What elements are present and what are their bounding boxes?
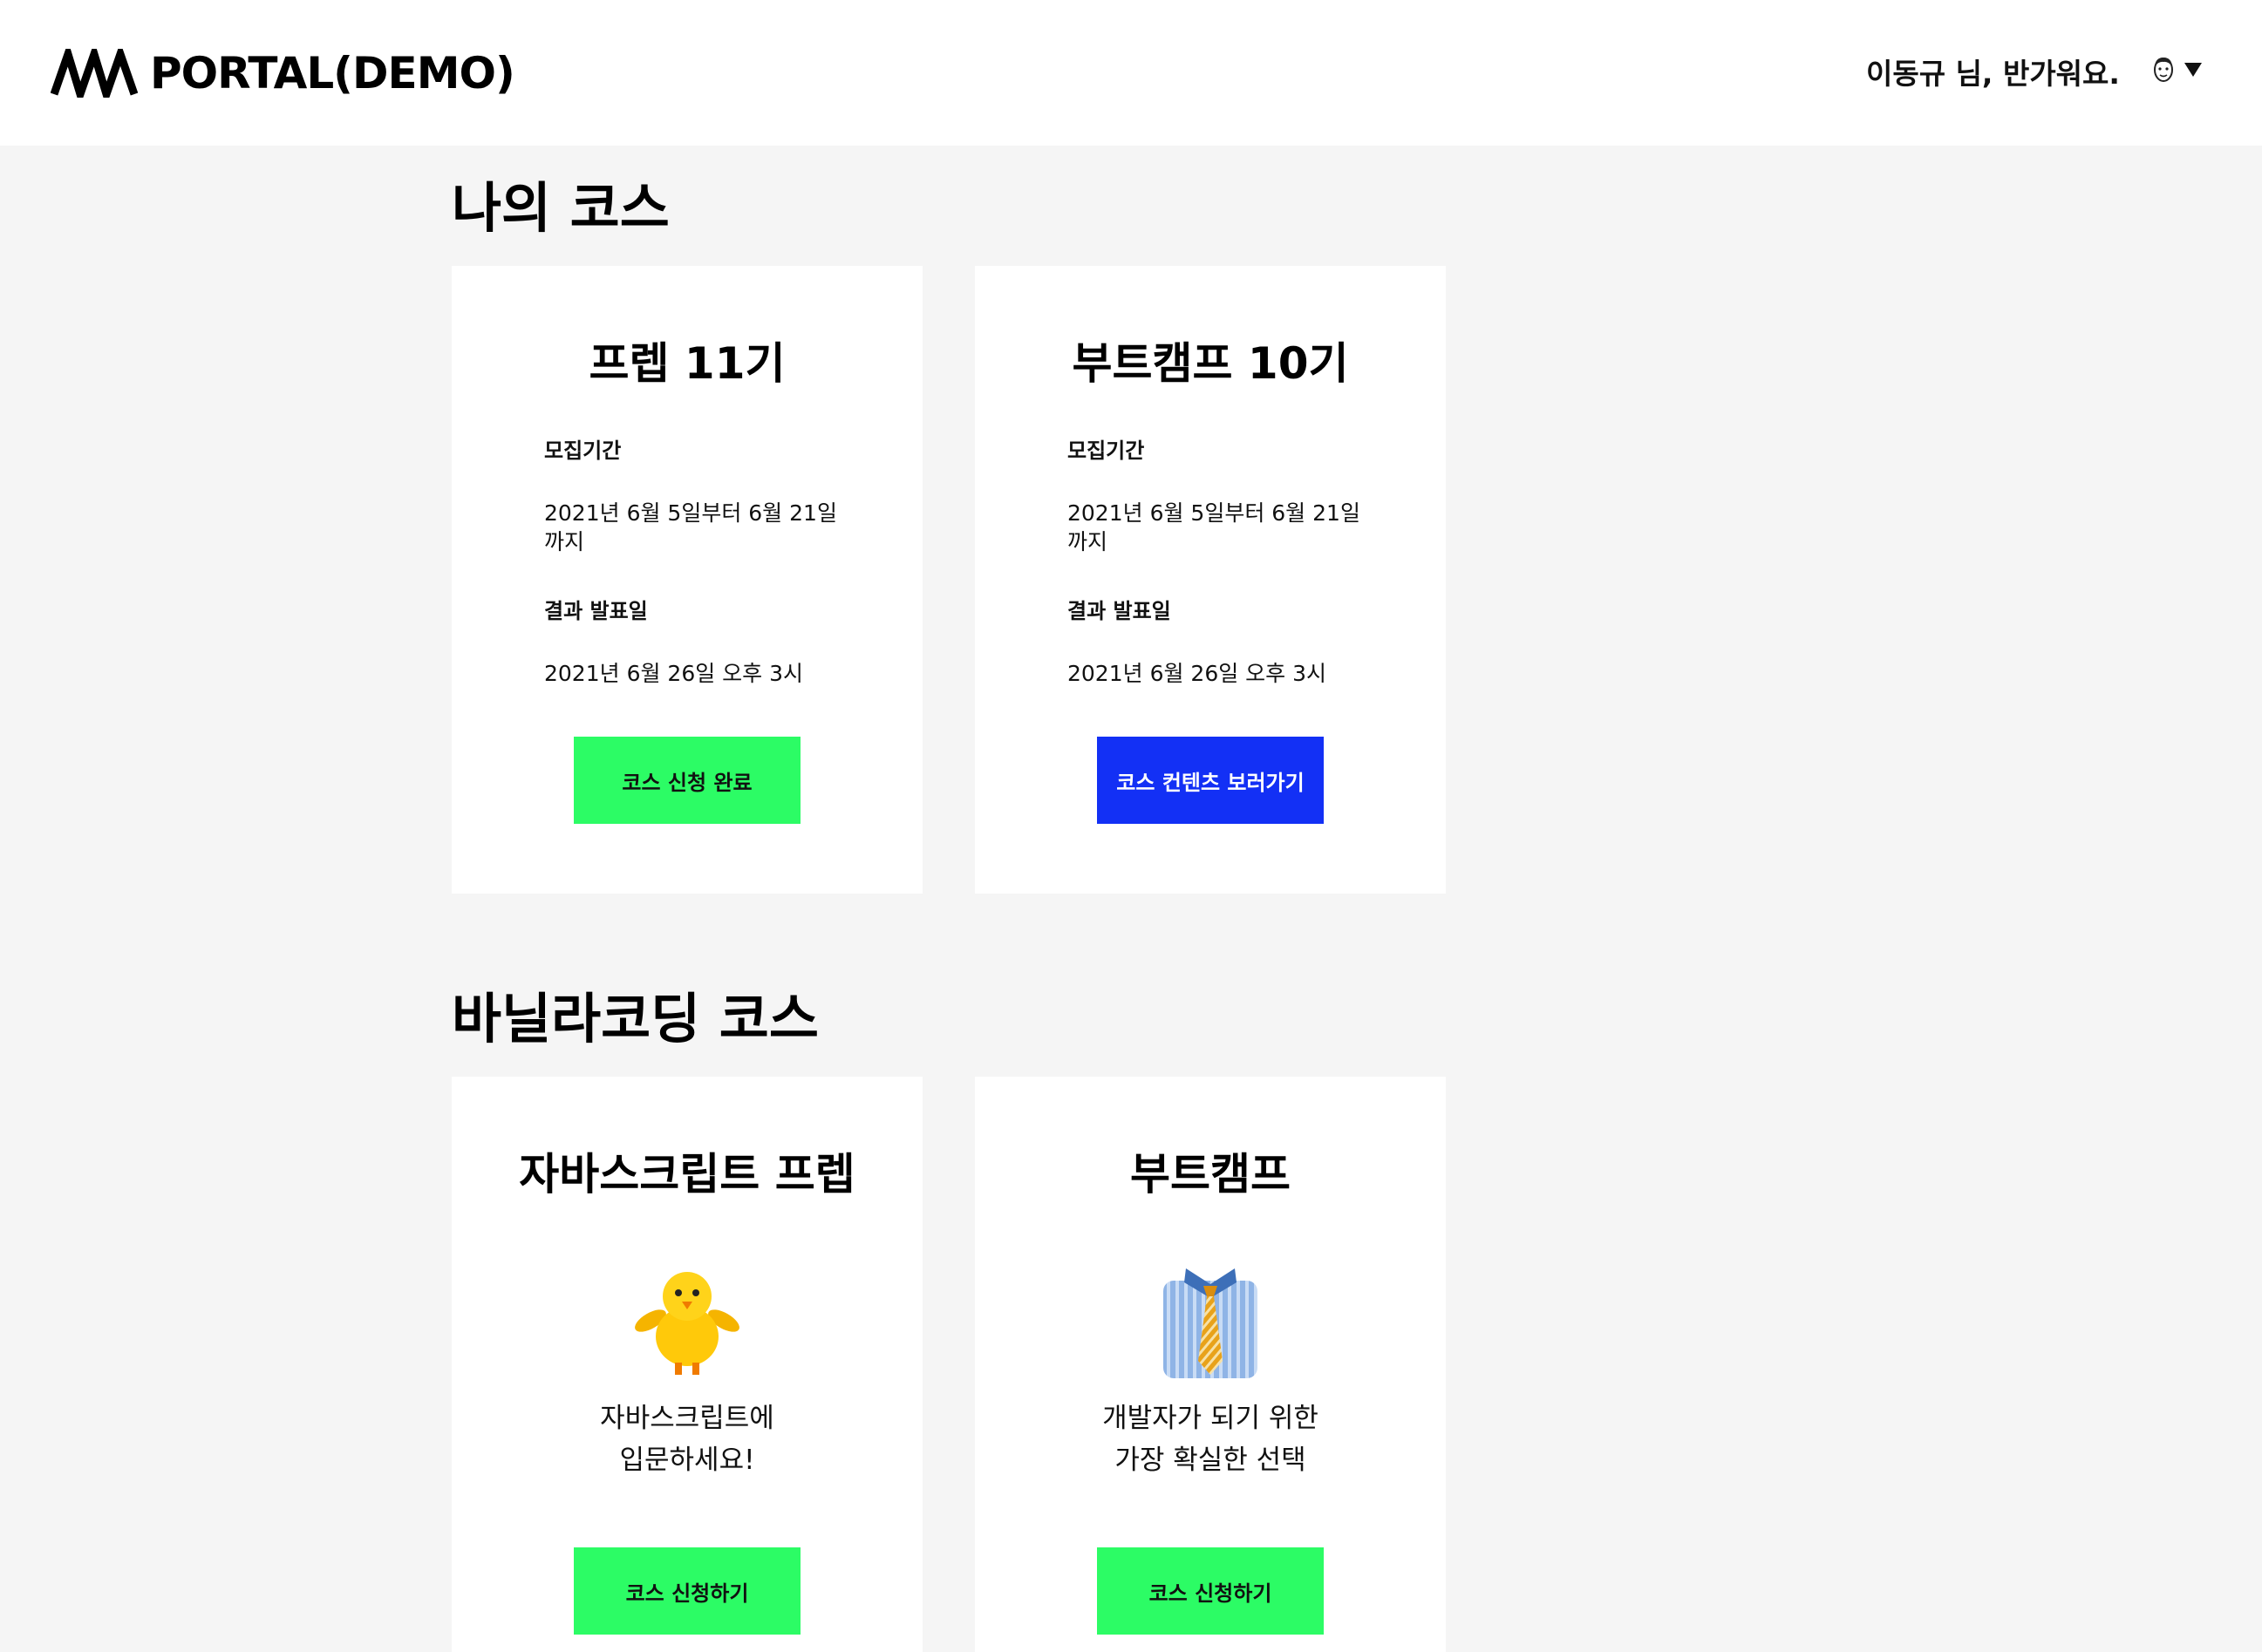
card-title: 부트캠프 — [1130, 1149, 1291, 1200]
description-line1: 개발자가 되기 위한 — [1102, 1403, 1318, 1434]
recruit-value-line1: 2021년 6월 5일부터 6월 21일 — [1067, 500, 1360, 526]
recruit-label: 모집기간 — [544, 438, 622, 463]
description-line2: 가장 확실한 선택 — [1114, 1445, 1306, 1476]
my-courses-title: 나의 코스 — [452, 176, 670, 240]
card-title: 프렙 11기 — [589, 338, 786, 389]
course-card-bootcamp: 부트캠프 개발자가 되기 위한 가장 확실한 선택 코스 신청하기 — [975, 1077, 1446, 1652]
result-label: 결과 발표일 — [1067, 599, 1171, 623]
logo[interactable]: PORTAL(DEMO) — [51, 45, 515, 101]
result-value: 2021년 6월 26일 오후 3시 — [544, 661, 804, 686]
vanilla-courses-title: 바닐라코딩 코스 — [452, 987, 819, 1050]
recruit-value-line2: 까지 — [1067, 529, 1108, 554]
user-greeting: 이동규 님, 반가워요. — [1866, 57, 2120, 91]
vanilla-logo-icon — [51, 49, 138, 98]
course-card-bootcamp-10: 부트캠프 10기 모집기간 2021년 6월 5일부터 6월 21일 까지 결과… — [975, 266, 1446, 894]
course-description: 자바스크립트에 입문하세요! — [452, 1397, 923, 1481]
recruit-period: 모집기간 2021년 6월 5일부터 6월 21일 까지 — [544, 433, 858, 556]
apply-bootcamp-button[interactable]: 코스 신청하기 — [1097, 1547, 1324, 1635]
result-date: 결과 발표일 2021년 6월 26일 오후 3시 — [544, 594, 858, 688]
recruit-value-line1: 2021년 6월 5일부터 6월 21일 — [544, 500, 837, 526]
course-card-prep-11: 프렙 11기 모집기간 2021년 6월 5일부터 6월 21일 까지 결과 발… — [452, 266, 923, 894]
recruit-value-line2: 까지 — [544, 529, 585, 554]
recruit-label: 모집기간 — [1067, 438, 1145, 463]
course-card-js-prep: 자바스크립트 프렙 자바스크립트에 입문하세요! 코스 신청하기 — [452, 1077, 923, 1652]
user-menu[interactable] — [2150, 54, 2203, 85]
apply-js-prep-button[interactable]: 코스 신청하기 — [574, 1547, 801, 1635]
result-value: 2021년 6월 26일 오후 3시 — [1067, 661, 1327, 686]
recruit-period: 모집기간 2021년 6월 5일부터 6월 21일 까지 — [1067, 433, 1381, 556]
card-title: 자바스크립트 프렙 — [519, 1149, 855, 1200]
description-line1: 자바스크립트에 — [600, 1403, 774, 1434]
result-label: 결과 발표일 — [544, 599, 648, 623]
avatar — [2154, 58, 2173, 82]
card-title: 부트캠프 10기 — [1072, 338, 1349, 389]
course-description: 개발자가 되기 위한 가장 확실한 선택 — [975, 1397, 1446, 1481]
view-course-content-button[interactable]: 코스 컨텐츠 보러가기 — [1097, 737, 1324, 824]
logo-text: PORTAL(DEMO) — [150, 48, 515, 99]
chevron-down-icon[interactable] — [2184, 61, 2203, 78]
course-applied-button[interactable]: 코스 신청 완료 — [574, 737, 801, 824]
description-line2: 입문하세요! — [619, 1445, 755, 1476]
top-header: PORTAL(DEMO) 이동규 님, 반가워요. — [0, 0, 2262, 146]
chick-icon — [635, 1272, 739, 1375]
result-date: 결과 발표일 2021년 6월 26일 오후 3시 — [1067, 594, 1381, 688]
shirt-tie-icon — [1163, 1268, 1257, 1378]
